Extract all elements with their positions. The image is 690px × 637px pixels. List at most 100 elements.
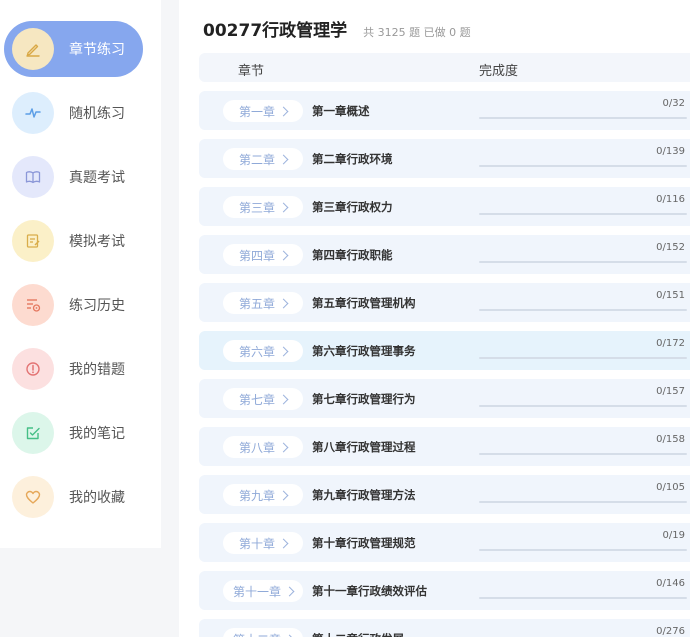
table-row[interactable]: 第五章 第五章行政管理机构 0/151 (199, 283, 690, 322)
chapter-tag-button[interactable]: 第九章 (223, 484, 303, 506)
sidebar-item-7[interactable]: 我的收藏 (4, 469, 143, 525)
progress-bar (479, 501, 687, 503)
progress-bar (479, 309, 687, 311)
progress-bar (479, 453, 687, 455)
chapter-tag-label: 第五章 (238, 296, 275, 311)
table-row[interactable]: 第十二章 第十二章行政发展 0/276 (199, 619, 690, 637)
chapter-name: 第十一章行政绩效评估 (312, 584, 427, 598)
chapter-tag-button[interactable]: 第五章 (223, 292, 303, 314)
chapter-tag-button[interactable]: 第十章 (223, 532, 303, 554)
alert-icon (12, 348, 54, 390)
chapter-tag-button[interactable]: 第四章 (223, 244, 303, 266)
chapter-name: 第六章行政管理事务 (312, 344, 416, 358)
sidebar: 章节练习随机练习真题考试模拟考试练习历史我的错题我的笔记我的收藏 (0, 0, 161, 548)
progress-count: 0/139 (656, 146, 685, 157)
progress-bar (479, 213, 687, 215)
exam-icon (12, 220, 54, 262)
table-row[interactable]: 第一章 第一章概述 0/32 (199, 91, 690, 130)
chapter-tag-label: 第七章 (238, 392, 275, 407)
chapter-name: 第十章行政管理规范 (312, 536, 416, 550)
chevron-right-icon (278, 250, 289, 260)
sidebar-item-0[interactable]: 章节练习 (4, 21, 143, 77)
chapter-tag-button[interactable]: 第六章 (223, 340, 303, 362)
chapter-name: 第五章行政管理机构 (312, 296, 416, 310)
chapter-tag-button[interactable]: 第十一章 (223, 580, 303, 602)
progress-count: 0/116 (656, 194, 685, 205)
progress-count: 0/32 (662, 98, 685, 109)
progress-bar (479, 405, 687, 407)
sidebar-item-label: 真题考试 (69, 170, 125, 186)
table-header: 章节 完成度 (199, 53, 690, 82)
sidebar-item-label: 我的错题 (69, 362, 125, 378)
table-row[interactable]: 第三章 第三章行政权力 0/116 (199, 187, 690, 226)
chevron-right-icon (278, 154, 289, 164)
table-row[interactable]: 第十一章 第十一章行政绩效评估 0/146 (199, 571, 690, 610)
chevron-right-icon (278, 442, 289, 452)
progress-count: 0/105 (656, 482, 685, 493)
progress-bar (479, 117, 687, 119)
history-icon (12, 284, 54, 326)
sidebar-item-label: 模拟考试 (69, 234, 125, 250)
sidebar-item-5[interactable]: 我的错题 (4, 341, 143, 397)
chapter-name: 第四章行政职能 (312, 248, 393, 262)
sidebar-item-6[interactable]: 我的笔记 (4, 405, 143, 461)
chapter-tag-button[interactable]: 第十二章 (223, 628, 303, 637)
chapter-tag-label: 第三章 (238, 200, 275, 215)
chapter-tag-button[interactable]: 第二章 (223, 148, 303, 170)
sidebar-item-label: 章节练习 (69, 42, 125, 58)
progress-bar (479, 357, 687, 359)
progress-bar (479, 549, 687, 551)
chevron-right-icon (278, 394, 289, 404)
title-row: 00277行政管理学 共 3125 题 已做 0 题 (203, 16, 471, 42)
progress-bar (479, 597, 687, 599)
sidebar-item-3[interactable]: 模拟考试 (4, 213, 143, 269)
chapter-tag-label: 第十章 (238, 536, 275, 551)
chapter-tag-label: 第二章 (238, 152, 275, 167)
chevron-right-icon (278, 298, 289, 308)
chapter-tag-label: 第十二章 (233, 631, 281, 637)
chapter-tag-button[interactable]: 第一章 (223, 100, 303, 122)
progress-count: 0/276 (656, 626, 685, 637)
note-icon (12, 412, 54, 454)
sidebar-item-label: 我的收藏 (69, 490, 125, 506)
sidebar-item-2[interactable]: 真题考试 (4, 149, 143, 205)
sidebar-item-label: 我的笔记 (69, 426, 125, 442)
chapter-tag-button[interactable]: 第八章 (223, 436, 303, 458)
sidebar-item-label: 随机练习 (69, 106, 125, 122)
chevron-right-icon (284, 586, 295, 596)
table-row[interactable]: 第四章 第四章行政职能 0/152 (199, 235, 690, 274)
pulse-icon (12, 92, 54, 134)
chapter-tag-button[interactable]: 第三章 (223, 196, 303, 218)
sidebar-item-1[interactable]: 随机练习 (4, 85, 143, 141)
progress-count: 0/152 (656, 242, 685, 253)
progress-count: 0/146 (656, 578, 685, 589)
chapter-name: 第三章行政权力 (312, 200, 393, 214)
table-row[interactable]: 第十章 第十章行政管理规范 0/19 (199, 523, 690, 562)
chevron-right-icon (278, 490, 289, 500)
table-row[interactable]: 第六章 第六章行政管理事务 0/172 (199, 331, 690, 370)
chapter-tag-label: 第一章 (238, 104, 275, 119)
chevron-right-icon (278, 202, 289, 212)
chapter-name: 第七章行政管理行为 (312, 392, 416, 406)
chevron-right-icon (278, 346, 289, 356)
chapter-tag-button[interactable]: 第七章 (223, 388, 303, 410)
header-progress: 完成度 (479, 64, 519, 79)
header-chapter: 章节 (238, 64, 265, 79)
chapter-tag-label: 第四章 (238, 248, 275, 263)
table-row[interactable]: 第二章 第二章行政环境 0/139 (199, 139, 690, 178)
chevron-right-icon (278, 106, 289, 116)
chapter-tag-label: 第六章 (238, 344, 275, 359)
progress-count: 0/172 (656, 338, 685, 349)
table-row[interactable]: 第八章 第八章行政管理过程 0/158 (199, 427, 690, 466)
table-row[interactable]: 第九章 第九章行政管理方法 0/105 (199, 475, 690, 514)
chapter-tag-label: 第八章 (238, 440, 275, 455)
progress-bar (479, 261, 687, 263)
chapter-name: 第十二章行政发展 (312, 631, 404, 637)
progress-count: 0/151 (656, 290, 685, 301)
table-row[interactable]: 第七章 第七章行政管理行为 0/157 (199, 379, 690, 418)
chapter-name: 第八章行政管理过程 (312, 440, 416, 454)
pencil-icon (12, 28, 54, 70)
chevron-right-icon (278, 538, 289, 548)
chapter-name: 第九章行政管理方法 (312, 488, 416, 502)
sidebar-item-4[interactable]: 练习历史 (4, 277, 143, 333)
